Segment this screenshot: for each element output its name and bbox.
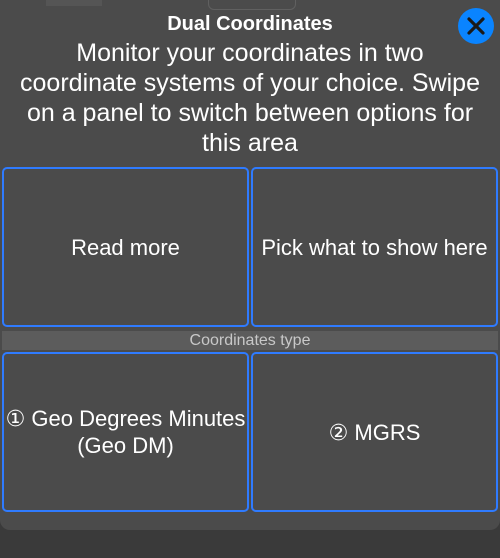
read-more-panel[interactable]: Read more [2,167,249,327]
dual-coordinates-dialog: Dual Coordinates Monitor your coordinate… [0,0,500,530]
close-button[interactable] [458,8,494,44]
close-icon [467,17,485,35]
pick-display-panel[interactable]: Pick what to show here [251,167,498,327]
geo-dm-label: ① Geo Degrees Minutes (Geo DM) [5,406,246,458]
mgrs-label: ② MGRS [328,419,421,445]
dialog-description: Monitor your coordinates in two coordina… [20,39,480,157]
read-more-label: Read more [71,234,180,260]
background-target-tab [208,0,296,10]
dialog-title: Dual Coordinates [167,13,333,35]
pick-display-label: Pick what to show here [261,234,488,260]
coordinate-option-mgrs[interactable]: ② MGRS [251,352,498,512]
background-menu-shape [46,0,102,6]
coordinates-type-label: Coordinates type [2,331,498,350]
coordinate-option-geo-dm[interactable]: ① Geo Degrees Minutes (Geo DM) [2,352,249,512]
background-strip [0,530,500,558]
